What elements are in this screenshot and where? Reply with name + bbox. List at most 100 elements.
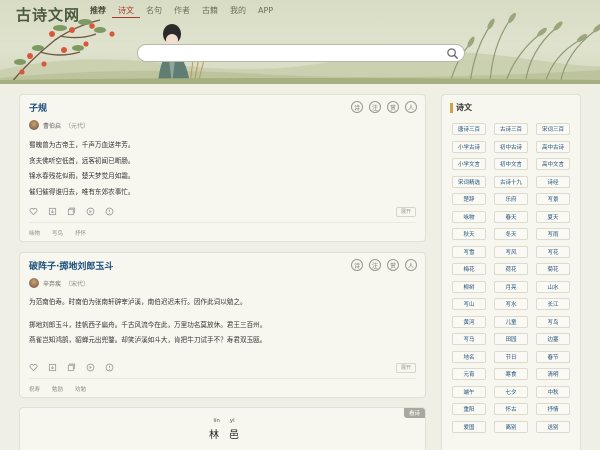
nav-app[interactable]: APP <box>252 6 279 18</box>
sidebar-category-link[interactable]: 端午 <box>452 385 486 398</box>
sidebar-category-link[interactable]: 黄河 <box>452 315 486 328</box>
sidebar-category-link[interactable]: 地名 <box>452 350 486 363</box>
sidebar-category-link[interactable]: 写雪 <box>452 245 486 258</box>
sidebar-category-link[interactable]: 古诗三百 <box>494 123 528 135</box>
search-input[interactable] <box>138 49 438 66</box>
sidebar-category-link[interactable]: 写马 <box>452 333 486 345</box>
appreciation-icon[interactable]: 赏 <box>387 101 399 113</box>
tag-link[interactable]: 抒怀 <box>75 229 86 237</box>
expand-button[interactable]: 展开 <box>395 207 416 217</box>
site-logo[interactable]: 古诗文网 <box>16 4 80 25</box>
poem-text-icon[interactable]: 诗 <box>351 101 363 113</box>
sidebar-category-link[interactable]: 古诗十九 <box>494 175 528 188</box>
sidebar-category-link[interactable]: 冬天 <box>494 228 528 240</box>
sidebar-category-link[interactable]: 乐府 <box>494 193 528 205</box>
sidebar-category-link[interactable]: 春节 <box>536 350 570 363</box>
like-icon[interactable] <box>29 363 38 372</box>
appreciation-icon[interactable]: 赏 <box>387 259 399 271</box>
search-icon[interactable] <box>446 47 459 60</box>
sidebar-category-link[interactable]: 田园 <box>494 333 528 345</box>
sidebar-category-link[interactable]: 荷花 <box>494 263 528 275</box>
tag-link[interactable]: 劝勉 <box>75 385 86 393</box>
sidebar-category-link[interactable]: 写雨 <box>536 228 570 240</box>
sidebar-category-link[interactable]: 高中古诗 <box>536 140 570 153</box>
nav-poems[interactable]: 诗文 <box>112 6 140 18</box>
sidebar-category-link[interactable]: 菊花 <box>536 263 570 275</box>
card-badge[interactable]: 看诗 <box>403 408 425 418</box>
author-name[interactable]: 曹伯启 <box>43 121 61 130</box>
sidebar-category-link[interactable]: 写花 <box>536 245 570 258</box>
sidebar-category-link[interactable]: 高中文言 <box>536 158 570 170</box>
poem-title[interactable]: 子规 <box>29 101 47 114</box>
sidebar-category-link[interactable]: 怀古 <box>494 403 528 415</box>
poem-title[interactable]: 破阵子·掷地刘郎玉斗 <box>29 259 113 272</box>
sidebar-category-link[interactable]: 写山 <box>452 298 486 310</box>
copy-icon[interactable] <box>67 207 76 216</box>
poem-text-icon[interactable]: 诗 <box>351 259 363 271</box>
sidebar-category-link[interactable]: 初中古诗 <box>494 140 528 153</box>
sidebar-category-link[interactable]: 抒情 <box>536 403 570 415</box>
author-dynasty[interactable]: 〔宋代〕 <box>65 279 89 288</box>
sidebar-category-link[interactable]: 山水 <box>536 280 570 293</box>
sidebar-category-link[interactable]: 宋词精选 <box>452 175 486 188</box>
sidebar-category-link[interactable]: 儿童 <box>494 315 528 328</box>
sidebar-category-link[interactable]: 七夕 <box>494 385 528 398</box>
sidebar-category-link[interactable]: 秋天 <box>452 228 486 240</box>
expand-button[interactable]: 展开 <box>395 363 416 373</box>
sidebar-category-link[interactable]: 寒食 <box>494 368 528 380</box>
sidebar-category-link[interactable]: 宋词三百 <box>536 123 570 135</box>
sidebar-category-link[interactable]: 写鸟 <box>536 315 570 328</box>
sidebar-category-link[interactable]: 月亮 <box>494 280 528 293</box>
avatar[interactable] <box>29 120 39 130</box>
nav-recommend[interactable]: 推荐 <box>84 6 112 18</box>
nav-authors[interactable]: 作者 <box>168 6 196 18</box>
error-report-icon[interactable] <box>105 363 114 372</box>
sidebar-category-link[interactable]: 春天 <box>494 210 528 223</box>
annotation-icon[interactable]: 注 <box>369 259 381 271</box>
sidebar-category-link[interactable]: 初中文言 <box>494 158 528 170</box>
nav-classics[interactable]: 古籍 <box>196 6 224 18</box>
download-icon[interactable] <box>48 363 57 372</box>
author-dynasty[interactable]: 〔元代〕 <box>65 121 89 130</box>
sidebar-category-link[interactable]: 中秋 <box>536 385 570 398</box>
sidebar-category-link[interactable]: 柳树 <box>452 280 486 293</box>
like-icon[interactable] <box>29 207 38 216</box>
annotation-icon[interactable]: 注 <box>369 101 381 113</box>
sidebar-category-link[interactable]: 离别 <box>494 420 528 433</box>
copy-icon[interactable] <box>67 363 76 372</box>
sidebar-category-link[interactable]: 小学古诗 <box>452 140 486 153</box>
tag-link[interactable]: 咏物 <box>29 229 40 237</box>
tag-link[interactable]: 写鸟 <box>52 229 63 237</box>
author-name[interactable]: 辛弃疾 <box>43 279 61 288</box>
sidebar-category-link[interactable]: 节日 <box>494 350 528 363</box>
nav-mine[interactable]: 我的 <box>224 6 252 18</box>
sidebar-category-link[interactable]: 写风 <box>494 245 528 258</box>
sidebar-category-link[interactable]: 爱国 <box>452 420 486 433</box>
audio-icon[interactable] <box>86 207 95 216</box>
sidebar-category-link[interactable]: 咏物 <box>452 210 486 223</box>
tag-link[interactable]: 祝寿 <box>29 385 40 393</box>
sidebar-category-link[interactable]: 边塞 <box>536 333 570 345</box>
audio-icon[interactable] <box>86 363 95 372</box>
sidebar-category-link[interactable]: 写水 <box>494 298 528 310</box>
sidebar-category-link[interactable]: 诗经 <box>536 175 570 188</box>
sidebar-category-link[interactable]: 梅花 <box>452 263 486 275</box>
error-report-icon[interactable] <box>105 207 114 216</box>
avatar[interactable] <box>29 278 39 288</box>
author-icon[interactable]: 人 <box>405 259 417 271</box>
sidebar-category-link[interactable]: 送别 <box>536 420 570 433</box>
sidebar-category-link[interactable]: 夏天 <box>536 210 570 223</box>
nav-quotes[interactable]: 名句 <box>140 6 168 18</box>
sidebar-title: 诗文 <box>450 103 472 113</box>
tag-link[interactable]: 勉励 <box>52 385 63 393</box>
sidebar-category-link[interactable]: 写景 <box>536 193 570 205</box>
sidebar-category-link[interactable]: 重阳 <box>452 403 486 415</box>
sidebar-category-link[interactable]: 元宵 <box>452 368 486 380</box>
sidebar-category-link[interactable]: 长江 <box>536 298 570 310</box>
sidebar-category-link[interactable]: 楚辞 <box>452 193 486 205</box>
author-icon[interactable]: 人 <box>405 101 417 113</box>
download-icon[interactable] <box>48 207 57 216</box>
sidebar-category-link[interactable]: 小学文言 <box>452 158 486 170</box>
sidebar-category-link[interactable]: 清明 <box>536 368 570 380</box>
sidebar-category-link[interactable]: 唐诗三百 <box>452 123 486 135</box>
